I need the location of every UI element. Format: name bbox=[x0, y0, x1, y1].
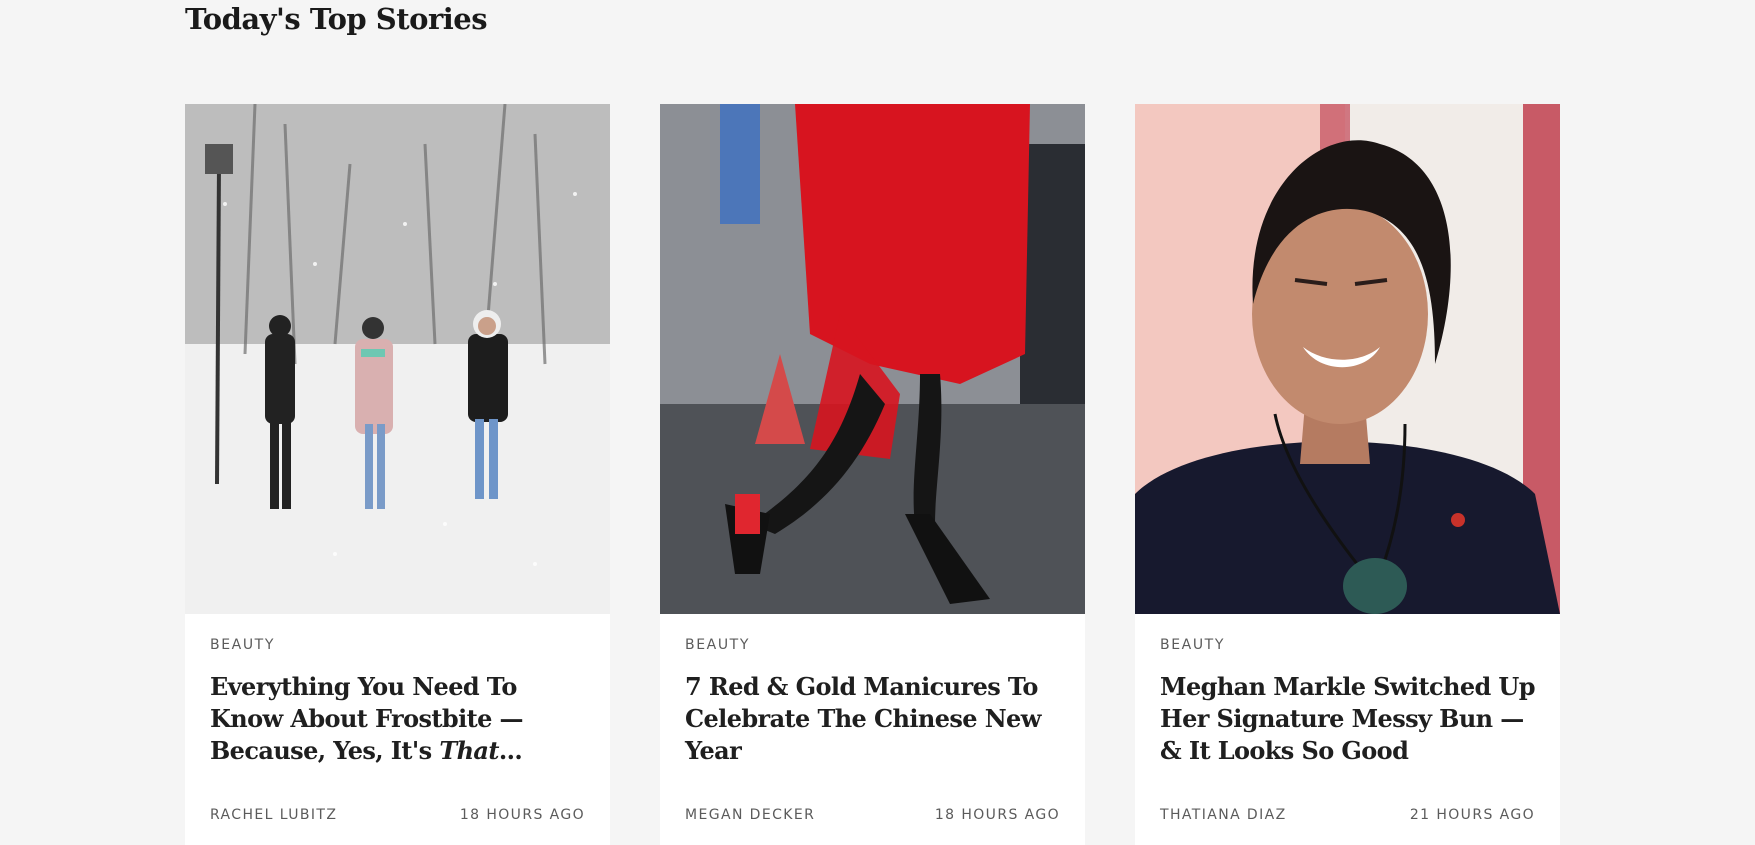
story-time: 21 HOURS AGO bbox=[1409, 807, 1535, 823]
story-headline-text[interactable]: 7 Red & Gold Manicures To Celebrate The … bbox=[685, 672, 1041, 765]
story-category[interactable]: BEAUTY bbox=[1160, 637, 1225, 653]
story-time: 18 HOURS AGO bbox=[459, 807, 585, 823]
story-time: 18 HOURS AGO bbox=[934, 807, 1060, 823]
story-image-portrait[interactable] bbox=[1135, 104, 1560, 614]
story-headline-emphasis[interactable]: That bbox=[439, 736, 499, 765]
story-card[interactable]: BEAUTY Meghan Markle Switched Up Her Sig… bbox=[1135, 104, 1560, 845]
story-headline[interactable]: 7 Red & Gold Manicures To Celebrate The … bbox=[685, 671, 1070, 767]
story-author[interactable]: MEGAN DECKER bbox=[685, 807, 815, 823]
story-author[interactable]: RACHEL LUBITZ bbox=[210, 807, 337, 823]
story-category[interactable]: BEAUTY bbox=[685, 637, 750, 653]
section-title: Today's Top Stories bbox=[185, 2, 488, 36]
story-headline-ellipsis[interactable]: ... bbox=[499, 736, 523, 765]
story-author[interactable]: THATIANA DIAZ bbox=[1160, 807, 1287, 823]
story-image-snowy-park[interactable] bbox=[185, 104, 610, 614]
story-category[interactable]: BEAUTY bbox=[210, 637, 275, 653]
story-headline[interactable]: Meghan Markle Switched Up Her Signature … bbox=[1160, 671, 1545, 767]
story-card[interactable]: BEAUTY Everything You Need To Know About… bbox=[185, 104, 610, 845]
story-headline-text[interactable]: Meghan Markle Switched Up Her Signature … bbox=[1160, 672, 1536, 765]
story-headline[interactable]: Everything You Need To Know About Frostb… bbox=[210, 671, 595, 767]
story-card[interactable]: BEAUTY 7 Red & Gold Manicures To Celebra… bbox=[660, 104, 1085, 845]
story-image-red-coat[interactable] bbox=[660, 104, 1085, 614]
